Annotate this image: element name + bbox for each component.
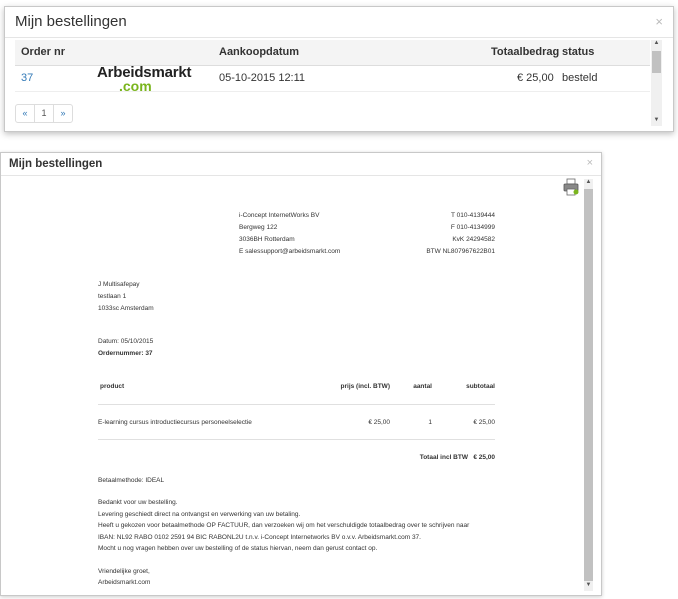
logo-domain: .com [119, 78, 152, 94]
page-1-button[interactable]: 1 [35, 105, 54, 122]
next-page-button[interactable]: » [54, 105, 72, 122]
message-line: Levering geschiedt direct na ontvangst e… [98, 511, 301, 518]
printer-icon[interactable] [563, 178, 579, 196]
scroll-down-icon[interactable]: ▼ [584, 582, 593, 588]
item-price: € 25,00 [368, 419, 390, 426]
th-subtotal: subtotaal [466, 383, 495, 390]
scrollbar[interactable]: ▲ ▼ [651, 40, 662, 126]
th-product: product [100, 383, 125, 390]
row-divider [15, 91, 650, 92]
company-fax: F 010-4134999 [450, 224, 495, 231]
close-icon[interactable]: × [587, 157, 593, 169]
company-btw: BTW NL807967622B01 [426, 248, 495, 255]
closing: Vriendelijke groet, [98, 568, 150, 575]
col-status[interactable]: status [562, 46, 594, 58]
th-qty: aantal [413, 383, 432, 390]
company-email: E salessupport@arbeidsmarkt.com [239, 248, 341, 255]
modal-title: Mijn bestellingen [15, 13, 127, 30]
customer-name: J Multisafepay [98, 281, 140, 288]
col-order-nr[interactable]: Order nr [21, 46, 65, 58]
message-line: Bedankt voor uw bestelling. [98, 499, 178, 506]
order-number: Ordernummer: 37 [98, 350, 153, 357]
order-status: besteld [562, 72, 598, 84]
table-divider [98, 404, 495, 405]
customer-city: 1033sc Amsterdam [98, 305, 154, 312]
order-total: € 25,00 [517, 72, 554, 84]
table-header: Order nr Aankoopdatum Totaalbedrag statu… [15, 40, 650, 66]
divider [5, 37, 673, 38]
col-date[interactable]: Aankoopdatum [219, 46, 299, 58]
close-icon[interactable]: × [655, 14, 663, 29]
company-street: Bergweg 122 [239, 224, 278, 231]
invoice-date: Datum: 05/10/2015 [98, 338, 154, 345]
th-price: prijs (incl. BTW) [340, 383, 390, 390]
scroll-up-icon[interactable]: ▲ [584, 179, 593, 185]
divider [1, 175, 601, 176]
total-label: Totaal incl BTW [419, 454, 468, 461]
item-subtotal: € 25,00 [473, 419, 495, 426]
scroll-down-icon[interactable]: ▼ [652, 117, 661, 123]
col-total[interactable]: Totaalbedrag [491, 46, 559, 58]
company-kvk: KvK 24294582 [452, 236, 495, 243]
scroll-up-icon[interactable]: ▲ [652, 40, 661, 46]
item-qty: 1 [428, 419, 432, 426]
prev-page-button[interactable]: « [16, 105, 35, 122]
payment-method: Betaalmethode: IDEAL [98, 477, 165, 484]
order-link[interactable]: 37 [21, 72, 33, 84]
item-product: E-learning cursus introductiecursus pers… [98, 419, 252, 426]
company-city: 3036BH Rotterdam [239, 236, 295, 243]
table-divider [98, 439, 495, 440]
scroll-thumb[interactable] [652, 51, 661, 73]
company-phone: T 010-4139444 [451, 212, 495, 219]
pagination: « 1 » [15, 104, 73, 123]
total-value: € 25,00 [473, 454, 495, 461]
company-logo: Arbeidsmarkt .com [97, 64, 192, 94]
order-date: 05-10-2015 12:11 [219, 72, 306, 84]
message-line: Mocht u nog vragen hebben over uw bestel… [98, 545, 378, 552]
scrollbar[interactable]: ▲ ▼ [584, 179, 593, 591]
scroll-thumb[interactable] [584, 189, 593, 581]
modal-title: Mijn bestellingen [9, 158, 103, 170]
signature: Arbeidsmarkt.com [98, 579, 151, 586]
message-line: IBAN: NL92 RABO 0102 2591 94 BIC RABONL2… [98, 534, 421, 541]
message-line: Heeft u gekozen voor betaalmethode OP FA… [98, 522, 470, 529]
customer-street: testlaan 1 [98, 293, 127, 300]
company-name: i-Concept InternetWorks BV [239, 212, 320, 219]
